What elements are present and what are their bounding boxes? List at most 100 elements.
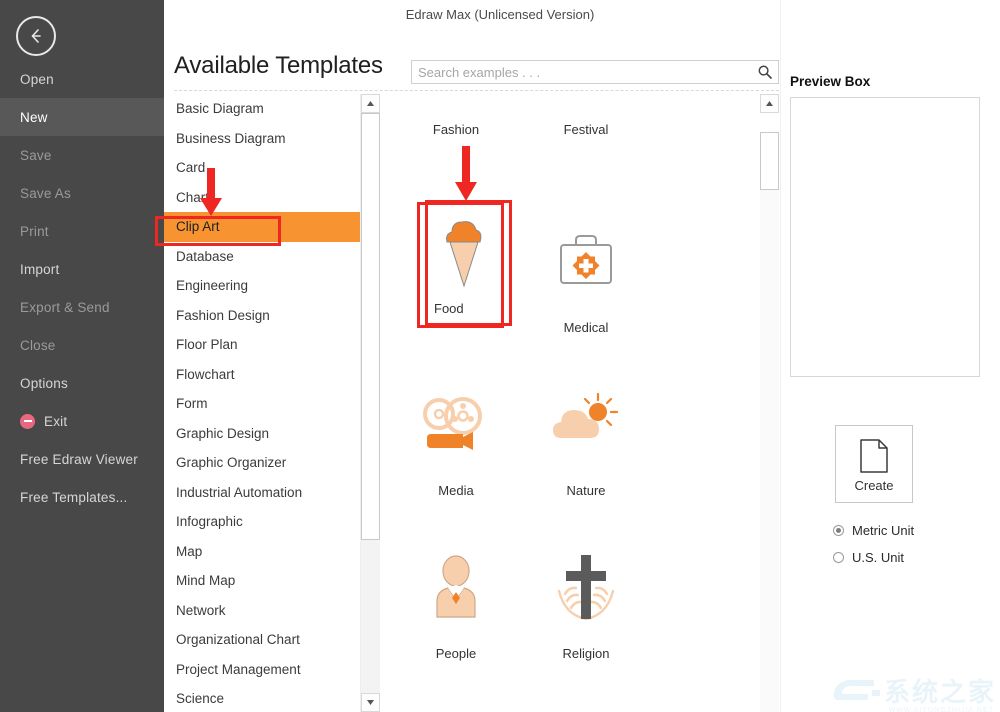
edraw-max-window: Edraw Max (Unlicensed Version) Sign In O… [0, 0, 1000, 712]
category-item-graphic-organizer[interactable]: Graphic Organizer [164, 448, 380, 478]
template-cell-religion[interactable]: Religion [521, 528, 651, 691]
template-label: Media [438, 483, 474, 498]
fashion-icon [391, 94, 521, 116]
grid-scroll-thumb[interactable] [760, 132, 779, 190]
template-label: Nature [566, 483, 606, 498]
festival-icon [521, 94, 651, 116]
sidebar-item-import[interactable]: Import [0, 250, 164, 288]
category-item-science[interactable]: Science [164, 684, 380, 712]
search-box[interactable] [411, 60, 779, 84]
page-title: Available Templates [174, 52, 383, 79]
template-label: Fashion [432, 122, 480, 137]
us-unit-label: U.S. Unit [852, 550, 905, 565]
search-icon[interactable] [757, 64, 773, 85]
category-item-industrial-automation[interactable]: Industrial Automation [164, 478, 380, 508]
sidebar-item-export-send[interactable]: Export & Send [0, 288, 164, 326]
template-grid: Fashion Festival Food Medical Media Natu… [381, 94, 759, 712]
template-cell-festival[interactable]: Festival [521, 94, 651, 167]
category-item-engineering[interactable]: Engineering [164, 271, 380, 301]
sidebar-item-label: Save As [20, 185, 71, 201]
template-cell-media[interactable]: Media [391, 365, 521, 528]
category-item-project-management[interactable]: Project Management [164, 655, 380, 685]
category-item-floor-plan[interactable]: Floor Plan [164, 330, 380, 360]
category-item-graphic-design[interactable]: Graphic Design [164, 419, 380, 449]
sidebar-item-label: Free Edraw Viewer [20, 451, 138, 467]
radio-unselected-icon [833, 552, 844, 563]
category-item-form[interactable]: Form [164, 389, 380, 419]
first-aid-kit-icon [521, 210, 651, 314]
sidebar-item-label: Save [20, 147, 52, 163]
category-item-infographic[interactable]: Infographic [164, 507, 380, 537]
category-item-chart[interactable]: Chart [164, 183, 380, 213]
category-item-business-diagram[interactable]: Business Diagram [164, 124, 380, 154]
category-item-organizational-chart[interactable]: Organizational Chart [164, 625, 380, 655]
sidebar-item-exit[interactable]: Exit [0, 402, 164, 440]
preview-box [790, 97, 980, 377]
category-item-mind-map[interactable]: Mind Map [164, 566, 380, 596]
preview-box-label: Preview Box [790, 74, 871, 89]
cross-icon [521, 536, 651, 640]
category-list-scrollbar[interactable] [360, 94, 380, 712]
sidebar-item-label: Print [20, 223, 49, 239]
template-grid-scrollbar[interactable] [760, 94, 779, 712]
scroll-down-arrow-icon[interactable] [361, 693, 380, 712]
sidebar-item-label: Exit [44, 413, 68, 429]
sidebar-item-print[interactable]: Print [0, 212, 164, 250]
sidebar-item-label: Open [20, 71, 54, 87]
sidebar-item-free-templates[interactable]: Free Templates... [0, 478, 164, 516]
sidebar-item-label: Close [20, 337, 56, 353]
grid-scroll-track-lower[interactable] [760, 190, 779, 712]
template-label: Festival [563, 122, 609, 137]
preview-panel: Preview Box Create Metric Unit U.S. Unit [780, 0, 1000, 712]
template-cell-people[interactable]: People [391, 528, 521, 691]
sidebar-item-label: Export & Send [20, 299, 110, 315]
template-cell-food[interactable]: Food [417, 202, 504, 328]
scroll-up-arrow-icon[interactable] [361, 94, 380, 113]
person-icon [391, 536, 521, 640]
category-item-database[interactable]: Database [164, 242, 380, 272]
template-label: Religion [562, 646, 610, 661]
new-document-icon [858, 438, 890, 479]
template-label: Medical [563, 320, 609, 335]
sidebar-item-label: New [20, 109, 48, 125]
category-item-card[interactable]: Card [164, 153, 380, 183]
category-item-network[interactable]: Network [164, 596, 380, 626]
category-scroll-thumb[interactable] [361, 113, 380, 540]
sidebar-item-options[interactable]: Options [0, 364, 164, 402]
sidebar-item-open[interactable]: Open [0, 60, 164, 98]
create-button-label: Create [854, 478, 894, 493]
file-menu-sidebar: Open New Save Save As Print Import Expor… [0, 0, 164, 712]
sidebar-item-save[interactable]: Save [0, 136, 164, 174]
ice-cream-icon [420, 211, 507, 295]
metric-unit-label: Metric Unit [852, 523, 915, 538]
film-reel-icon [391, 373, 521, 477]
sidebar-item-free-edraw-viewer[interactable]: Free Edraw Viewer [0, 440, 164, 478]
sidebar-item-new[interactable]: New [0, 98, 164, 136]
category-item-basic-diagram[interactable]: Basic Diagram [164, 94, 380, 124]
sidebar-item-close[interactable]: Close [0, 326, 164, 364]
sidebar-item-label: Import [20, 261, 60, 277]
sidebar-item-label: Options [20, 375, 68, 391]
metric-unit-radio[interactable]: Metric Unit [833, 523, 914, 538]
sidebar-item-label: Free Templates... [20, 489, 128, 505]
search-input[interactable] [412, 61, 750, 83]
cloud-sun-icon [521, 373, 651, 477]
back-arrow-icon[interactable] [16, 16, 56, 56]
category-scroll-track-lower[interactable] [361, 540, 380, 693]
template-label: People [435, 646, 477, 661]
grid-scroll-up-arrow-icon[interactable] [760, 94, 779, 113]
template-cell-medical[interactable]: Medical [521, 202, 651, 365]
create-button[interactable]: Create [835, 425, 913, 503]
template-category-list[interactable]: Basic Diagram Business Diagram Card Char… [164, 94, 380, 712]
us-unit-radio[interactable]: U.S. Unit [833, 550, 904, 565]
sidebar-item-save-as[interactable]: Save As [0, 174, 164, 212]
category-item-clip-art[interactable]: Clip Art [164, 212, 380, 242]
radio-selected-icon [833, 525, 844, 536]
exit-icon [20, 413, 35, 429]
template-cell-fashion[interactable]: Fashion [391, 94, 521, 167]
category-item-flowchart[interactable]: Flowchart [164, 360, 380, 390]
category-item-map[interactable]: Map [164, 537, 380, 567]
header-divider [174, 90, 779, 91]
template-cell-nature[interactable]: Nature [521, 365, 651, 528]
category-item-fashion-design[interactable]: Fashion Design [164, 301, 380, 331]
